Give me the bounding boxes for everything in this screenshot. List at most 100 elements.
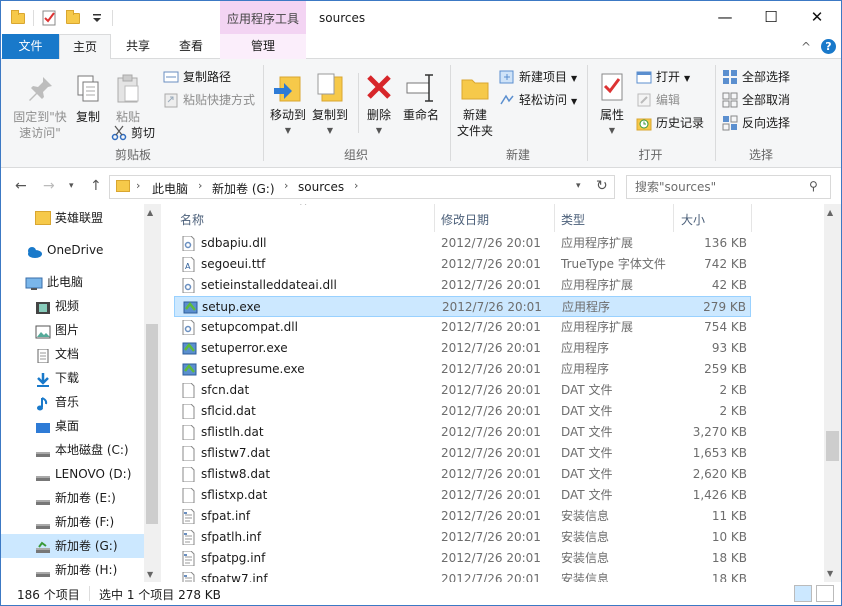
help-icon[interactable]: ?	[821, 39, 836, 54]
copy-path-button[interactable]: 复制路径	[163, 67, 231, 87]
close-button[interactable]: ✕	[794, 1, 840, 34]
chevron-down-icon: ▼	[326, 126, 334, 135]
file-name: sdbapiu.dll	[201, 236, 267, 250]
cut-button[interactable]: 剪切	[111, 123, 155, 143]
search-input[interactable]: 搜索"sources"	[626, 175, 831, 199]
address-dropdown-icon[interactable]: ▾	[576, 181, 581, 191]
folder-icon[interactable]	[9, 9, 27, 27]
history-button[interactable]: 历史记录	[636, 113, 704, 133]
open-button[interactable]: 打开 ▼	[636, 67, 690, 87]
tab-view[interactable]: 查看	[165, 34, 217, 59]
column-type[interactable]: 类型	[561, 211, 585, 228]
new-folder-icon[interactable]	[64, 9, 82, 27]
paste-button[interactable]: 粘贴	[111, 73, 145, 125]
breadcrumb-drive-g[interactable]: 新加卷 (G:)	[212, 180, 275, 197]
customize-toolbar-icon[interactable]	[88, 9, 106, 27]
file-row[interactable]: sflistw7.dat 2012/7/26 20:01 DAT 文件 1,653 K…	[174, 443, 751, 464]
column-date[interactable]: 修改日期	[441, 211, 489, 228]
file-name: sflistw8.dat	[201, 467, 271, 481]
file-row[interactable]: sflistw8.dat 2012/7/26 20:01 DAT 文件 2,620 K…	[174, 464, 751, 485]
back-icon[interactable]: ←	[15, 178, 27, 194]
properties-icon[interactable]	[40, 9, 58, 27]
collapse-ribbon-icon[interactable]: ^	[801, 40, 811, 54]
breadcrumb-this-pc[interactable]: 此电脑	[152, 180, 188, 197]
file-row[interactable]: sfpatlh.inf 2012/7/26 20:01 安装信息 10 KB	[174, 527, 751, 548]
minimize-button[interactable]: —	[702, 1, 748, 34]
rename-button[interactable]: 重命名	[400, 71, 442, 123]
refresh-icon[interactable]: ↻	[596, 178, 608, 194]
nav-item-drive-h[interactable]: 新加卷 (H:)	[1, 558, 144, 582]
paste-icon	[112, 73, 144, 105]
nav-item-drive-e[interactable]: 新加卷 (E:)	[1, 486, 144, 510]
nav-item-downloads[interactable]: 下载	[1, 366, 144, 390]
file-list-scrollbar-thumb[interactable]	[826, 431, 839, 461]
column-name[interactable]: 名称	[180, 211, 204, 228]
copy-to-button[interactable]: 复制到 ▼	[310, 71, 350, 139]
file-row[interactable]: setieinstalleddateai.dll 2012/7/26 20:01 应…	[174, 275, 751, 296]
details-view-icon[interactable]	[794, 585, 812, 602]
file-row[interactable]: sfpat.inf 2012/7/26 20:01 安装信息 11 KB	[174, 506, 751, 527]
address-row: ← → ▾ ↑ › 此电脑 › 新加卷 (G:) › sources › ▾ ↻…	[1, 168, 841, 204]
easy-access-button[interactable]: 轻松访问 ▼	[499, 90, 577, 110]
properties-button[interactable]: 属性 ▼	[592, 71, 632, 139]
recent-locations-icon[interactable]: ▾	[69, 181, 74, 191]
scroll-down-icon[interactable]: ▼	[147, 570, 153, 579]
nav-item-folder[interactable]: 英雄联盟	[1, 206, 144, 230]
inf-icon	[182, 508, 195, 525]
copy-button[interactable]: 复制	[71, 73, 105, 125]
search-icon[interactable]: ⚲	[809, 179, 818, 193]
move-to-button[interactable]: 移动到 ▼	[268, 71, 308, 139]
nav-item-music[interactable]: 音乐	[1, 390, 144, 414]
file-row[interactable]: sdbapiu.dll 2012/7/26 20:01 应用程序扩展 136 KB	[174, 233, 751, 254]
select-all-button[interactable]: 全部选择	[722, 67, 790, 87]
file-row[interactable]: sflcid.dat 2012/7/26 20:01 DAT 文件 2 KB	[174, 401, 751, 422]
select-none-button[interactable]: 全部取消	[722, 90, 790, 110]
nav-item-videos[interactable]: 视频	[1, 294, 144, 318]
nav-scrollbar-thumb[interactable]	[146, 324, 158, 524]
tab-home[interactable]: 主页	[59, 34, 111, 60]
maximize-button[interactable]: ☐	[748, 1, 794, 34]
nav-item-pictures[interactable]: 图片	[1, 318, 144, 342]
scroll-up-icon[interactable]: ▲	[147, 208, 153, 217]
select-all-icon	[722, 69, 738, 85]
file-row[interactable]: setupresume.exe 2012/7/26 20:01 应用程序 259 KB	[174, 359, 751, 380]
nav-item-drive-d[interactable]: LENOVO (D:)	[1, 462, 144, 486]
file-row[interactable]: setuperror.exe 2012/7/26 20:01 应用程序 93 KB	[174, 338, 751, 359]
scroll-down-icon[interactable]: ▼	[827, 569, 833, 578]
file-row[interactable]: Asegoeui.ttf 2012/7/26 20:01 TrueType 字体文件…	[174, 254, 751, 275]
breadcrumb-sources[interactable]: sources	[298, 180, 344, 194]
file-row[interactable]: sflistlh.dat 2012/7/26 20:01 DAT 文件 3,270 K…	[174, 422, 751, 443]
delete-button[interactable]: 删除 ▼	[362, 71, 396, 139]
pin-quick-access-button[interactable]: 固定到"快 速访问"	[9, 73, 71, 141]
file-row[interactable]: setupcompat.dll 2012/7/26 20:01 应用程序扩展 754 …	[174, 317, 751, 338]
file-row[interactable]: sfpatw7.inf 2012/7/26 20:01 安装信息 18 KB	[174, 569, 751, 582]
nav-item-drive-g[interactable]: 新加卷 (G:)	[1, 534, 144, 558]
invert-selection-button[interactable]: 反向选择	[722, 113, 790, 133]
column-size[interactable]: 大小	[681, 211, 705, 228]
nav-item-this-pc[interactable]: 此电脑	[1, 270, 144, 294]
large-icons-view-icon[interactable]	[816, 585, 834, 602]
file-list-scrollbar[interactable]	[824, 204, 841, 582]
new-item-button[interactable]: 新建项目 ▼	[499, 67, 577, 87]
nav-item-desktop[interactable]: 桌面	[1, 414, 144, 438]
chevron-down-icon: ▼	[284, 126, 292, 135]
paste-shortcut-button[interactable]: 粘贴快捷方式	[163, 90, 255, 110]
edit-button[interactable]: 编辑	[636, 90, 680, 110]
nav-item-drive-c[interactable]: 本地磁盘 (C:)	[1, 438, 144, 462]
file-row[interactable]: sflistxp.dat 2012/7/26 20:01 DAT 文件 1,426 K…	[174, 485, 751, 506]
file-row[interactable]: sfcn.dat 2012/7/26 20:01 DAT 文件 2 KB	[174, 380, 751, 401]
nav-item-onedrive[interactable]: OneDrive	[1, 238, 144, 262]
nav-item-documents[interactable]: 文档	[1, 342, 144, 366]
file-size: 2 KB	[719, 383, 747, 397]
address-bar[interactable]: › 此电脑 › 新加卷 (G:) › sources › ▾ ↻	[109, 175, 615, 199]
tab-manage[interactable]: 管理	[220, 34, 306, 59]
nav-item-drive-f[interactable]: 新加卷 (F:)	[1, 510, 144, 534]
scroll-up-icon[interactable]: ▲	[827, 208, 833, 217]
file-row[interactable]: sfpatpg.inf 2012/7/26 20:01 安装信息 18 KB	[174, 548, 751, 569]
new-folder-button[interactable]: 新建 文件夹	[455, 71, 495, 139]
forward-icon[interactable]: →	[43, 178, 55, 194]
up-icon[interactable]: ↑	[90, 178, 102, 194]
tab-share[interactable]: 共享	[113, 34, 163, 59]
file-row[interactable]: setup.exe 2012/7/26 20:01 应用程序 279 KB	[174, 296, 751, 317]
tab-file[interactable]: 文件	[2, 34, 59, 59]
